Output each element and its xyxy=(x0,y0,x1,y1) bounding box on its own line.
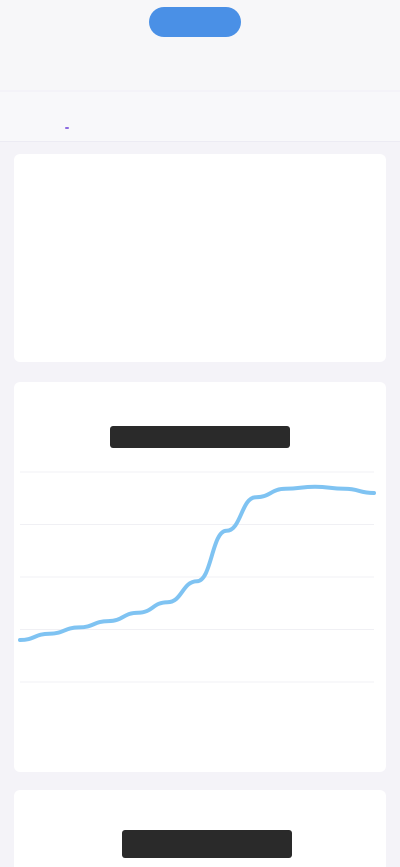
chart-card xyxy=(14,382,386,772)
data-point-5 xyxy=(166,600,169,604)
series-line xyxy=(18,484,376,642)
tab-2[interactable] xyxy=(192,111,208,123)
data-point-2 xyxy=(77,625,81,629)
data-point-3 xyxy=(107,619,110,623)
data-point-7 xyxy=(225,529,228,533)
bottom-title xyxy=(122,830,292,858)
data-point-12 xyxy=(372,491,376,495)
data-point-9 xyxy=(284,487,287,491)
summary-card-header xyxy=(14,154,386,182)
top-bar xyxy=(0,0,400,44)
data-point-11 xyxy=(343,487,346,491)
data-point-4 xyxy=(136,611,140,615)
page-header xyxy=(0,44,400,90)
line-chart xyxy=(18,471,376,683)
bottom-card xyxy=(14,790,386,867)
top-pill-button[interactable] xyxy=(149,7,241,37)
data-point-10 xyxy=(313,485,317,489)
summary-card xyxy=(14,154,386,362)
data-point-6 xyxy=(195,579,199,583)
data-point-1 xyxy=(48,632,51,636)
data-point-8 xyxy=(254,495,258,499)
tab-1[interactable] xyxy=(59,111,75,129)
tab-3[interactable] xyxy=(325,111,341,123)
data-point-0 xyxy=(18,638,22,642)
tab-bar xyxy=(0,92,400,142)
